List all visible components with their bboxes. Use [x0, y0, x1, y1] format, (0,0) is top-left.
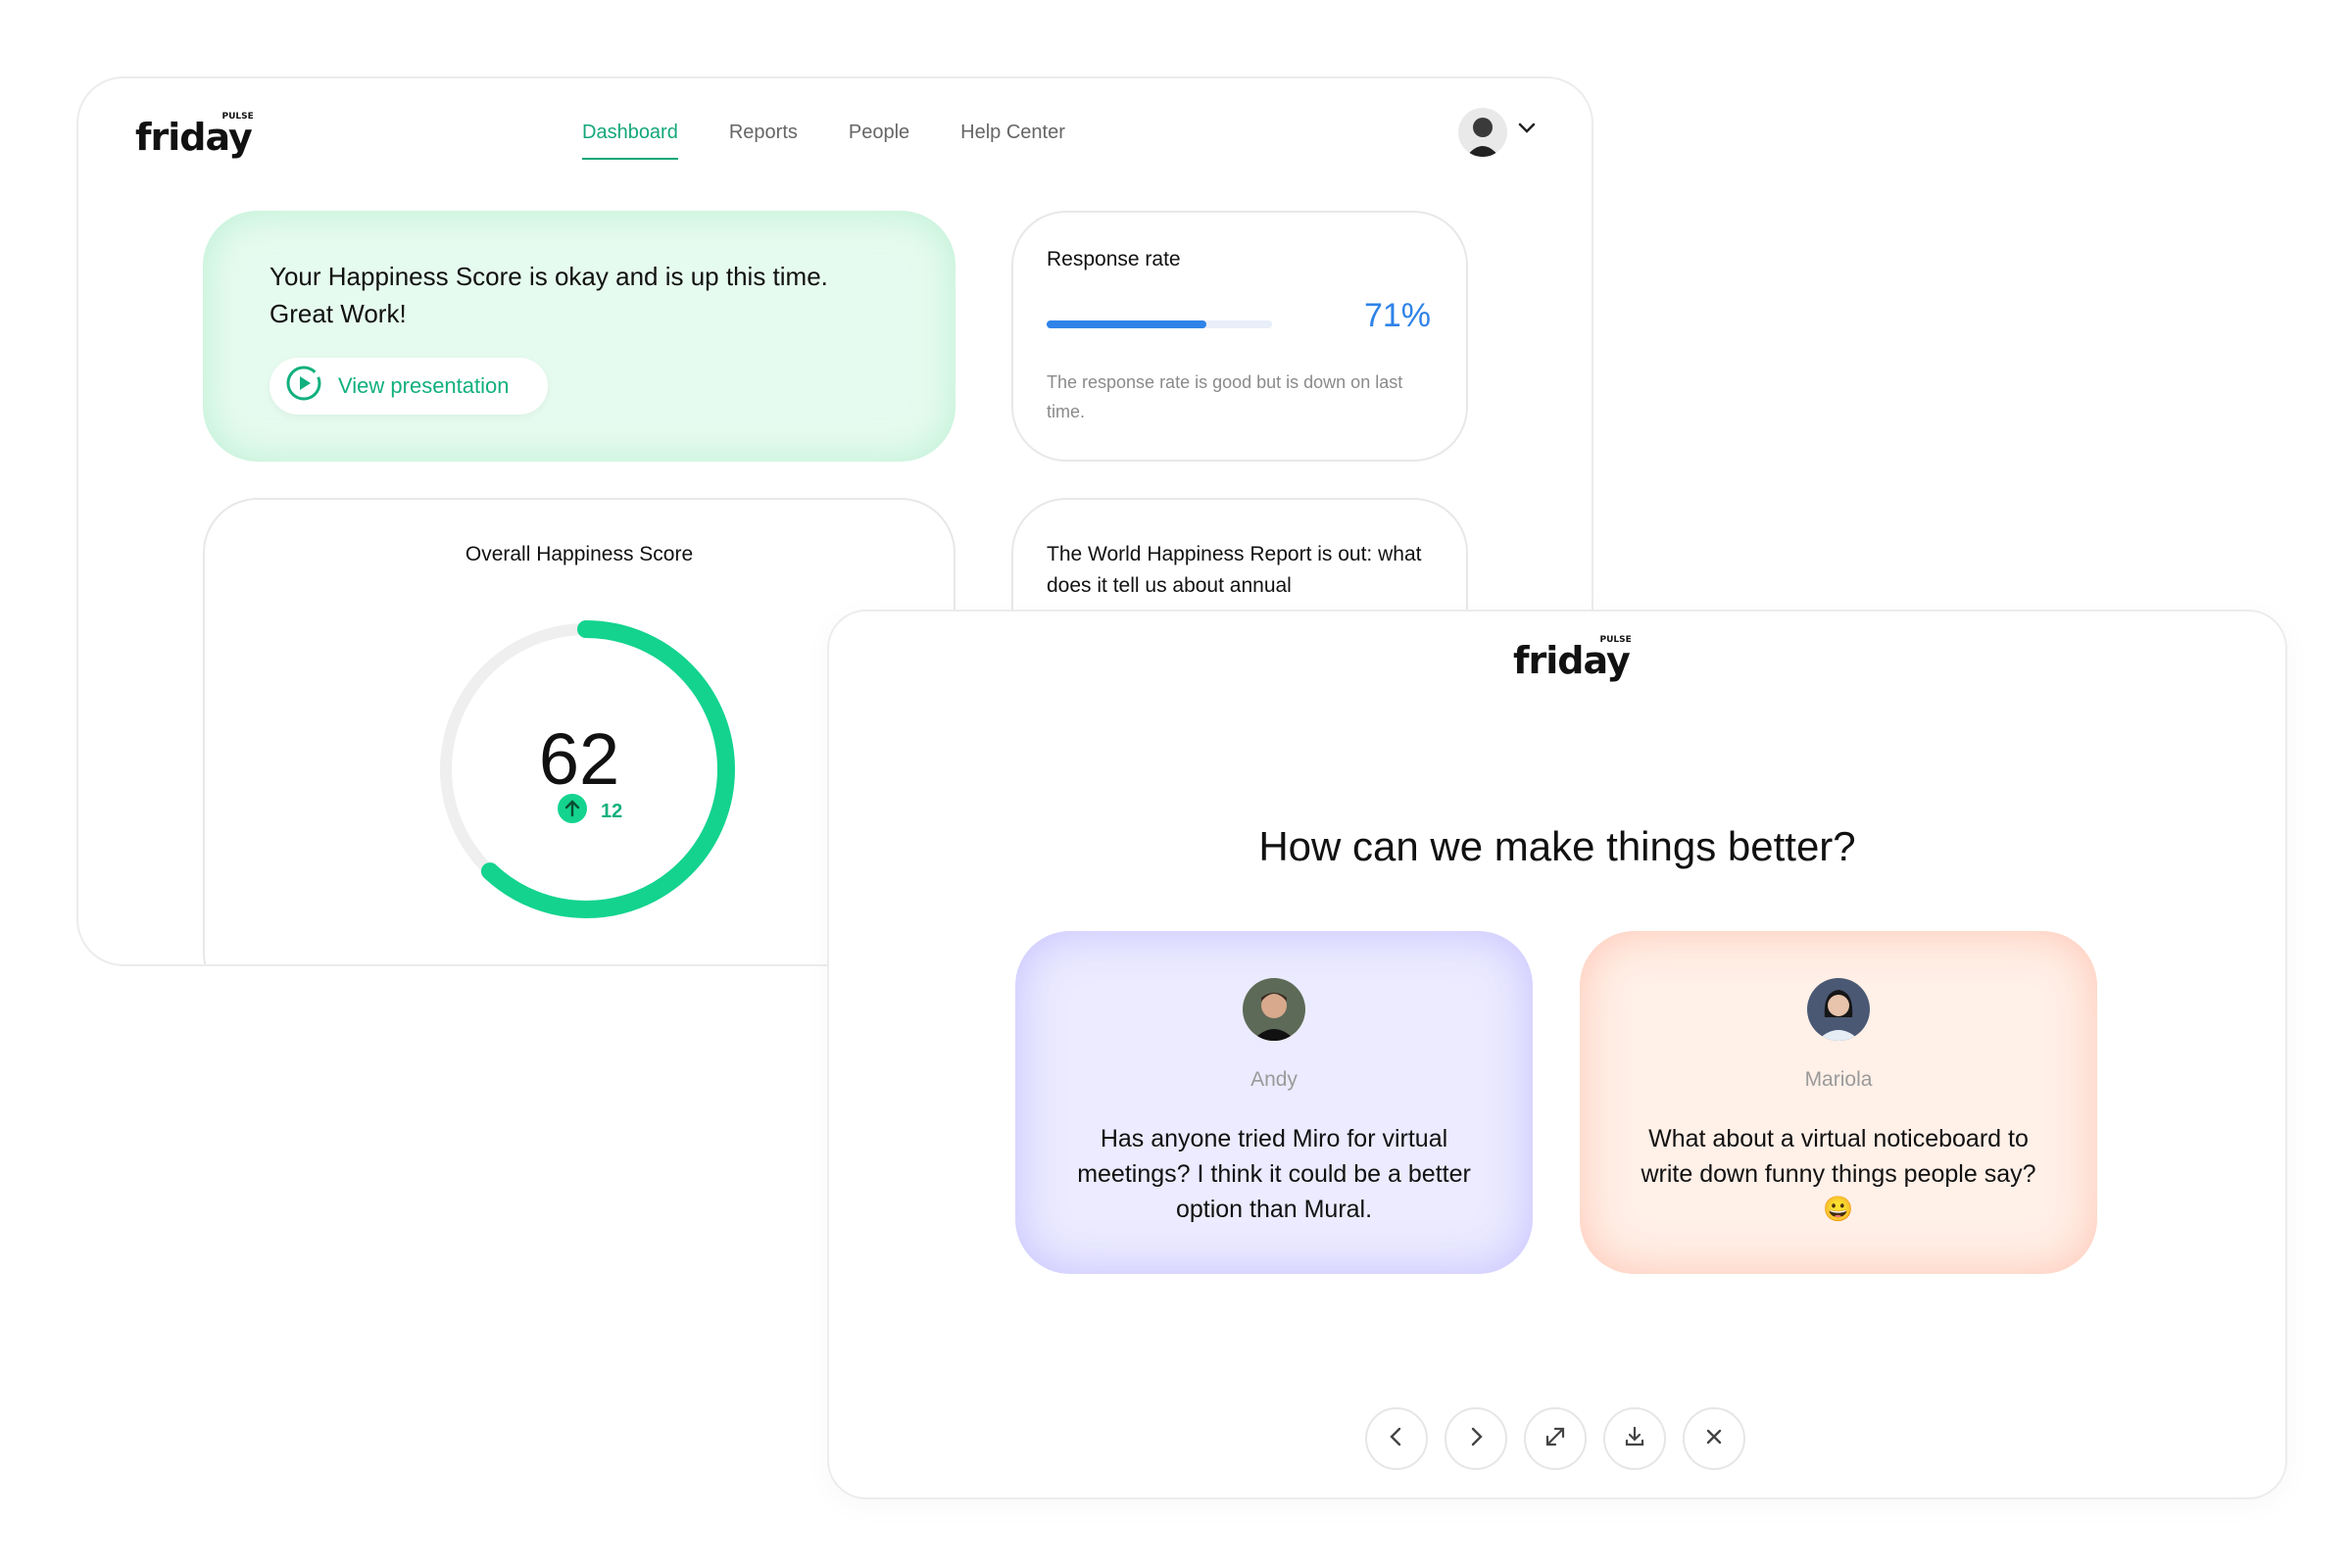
presentation-controls — [1365, 1407, 1745, 1470]
view-presentation-button[interactable]: View presentation — [270, 358, 548, 415]
response-rate-description: The response rate is good but is down on… — [1047, 372, 1403, 421]
avatar — [1243, 978, 1305, 1041]
nav-people[interactable]: People — [849, 122, 909, 160]
feedback-message: What about a virtual noticeboard to writ… — [1641, 1125, 2036, 1223]
response-rate-card: Response rate 71% The response rate is g… — [1011, 211, 1468, 462]
expand-icon — [1544, 1425, 1567, 1453]
nav-help-center[interactable]: Help Center — [960, 122, 1065, 160]
presentation-question: How can we make things better? — [1258, 823, 1856, 869]
chevron-down-icon[interactable] — [1517, 122, 1537, 140]
view-presentation-label: View presentation — [338, 373, 510, 398]
main-nav: Dashboard Reports People Help Center — [582, 122, 1065, 160]
chevron-right-icon — [1465, 1426, 1487, 1452]
response-rate-title: Response rate — [1047, 248, 1181, 270]
feedback-author: Mariola — [1804, 1068, 1873, 1091]
presentation-window: friday PULSE How can we make things bett… — [827, 610, 2287, 1499]
response-rate-bar — [1047, 320, 1272, 328]
response-rate-percent: 71% — [1363, 297, 1431, 334]
previous-button[interactable] — [1365, 1407, 1428, 1470]
close-icon — [1703, 1426, 1725, 1452]
download-icon — [1623, 1425, 1646, 1453]
close-button[interactable] — [1683, 1407, 1745, 1470]
response-rate-bar-fill — [1047, 320, 1207, 328]
download-button[interactable] — [1603, 1407, 1666, 1470]
avatar — [1807, 978, 1870, 1041]
happiness-summary-card: Your Happiness Score is okay and is up t… — [203, 211, 956, 462]
logo-tag: PULSE — [1599, 635, 1632, 645]
next-button[interactable] — [1445, 1407, 1507, 1470]
chevron-left-icon — [1386, 1426, 1407, 1452]
article-title: The World Happiness Report is out: what … — [1047, 543, 1422, 597]
logo-tag: PULSE — [221, 112, 254, 122]
feedback-card: Mariola What about a virtual noticeboard… — [1580, 931, 2097, 1274]
fullscreen-button[interactable] — [1524, 1407, 1587, 1470]
score-change: 12 — [558, 794, 622, 829]
logo-wordmark: friday — [135, 116, 253, 159]
friday-logo: friday PULSE — [1513, 635, 1632, 682]
logo-wordmark: friday — [1513, 639, 1631, 682]
nav-reports[interactable]: Reports — [729, 122, 798, 160]
feedback-message: Has anyone tried Miro for virtual meetin… — [1077, 1125, 1471, 1223]
friday-logo[interactable]: friday PULSE — [135, 112, 254, 159]
overall-score-title: Overall Happiness Score — [465, 543, 694, 565]
happiness-summary-text: Your Happiness Score is okay and is up t… — [270, 262, 828, 328]
feedback-author: Andy — [1250, 1068, 1298, 1091]
play-icon — [285, 365, 322, 408]
score-change-value: 12 — [601, 800, 623, 822]
arrow-up-icon — [558, 794, 587, 829]
feedback-card: Andy Has anyone tried Miro for virtual m… — [1015, 931, 1533, 1274]
nav-dashboard[interactable]: Dashboard — [582, 122, 678, 160]
user-avatar[interactable] — [1458, 108, 1507, 157]
